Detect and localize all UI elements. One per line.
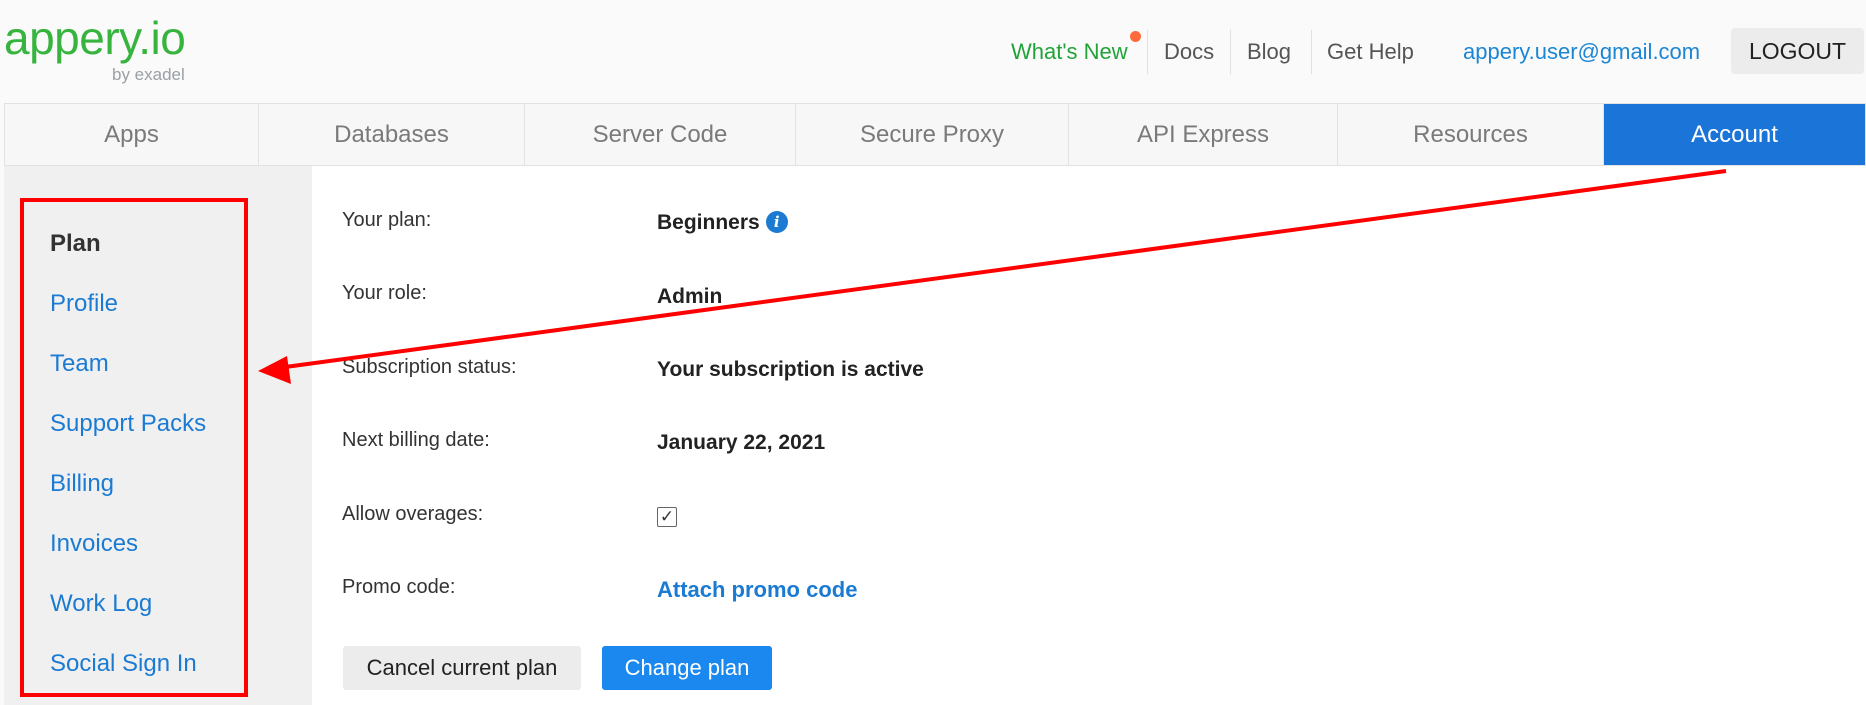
tab-account[interactable]: Account	[1604, 104, 1865, 165]
divider	[1147, 30, 1148, 74]
blog-link[interactable]: Blog	[1247, 26, 1291, 78]
docs-link[interactable]: Docs	[1164, 26, 1214, 78]
tab-resources[interactable]: Resources	[1338, 104, 1604, 165]
subscription-status-label: Subscription status:	[342, 356, 517, 378]
tab-databases[interactable]: Databases	[259, 104, 525, 165]
allow-overages-label: Allow overages:	[342, 503, 484, 525]
info-icon[interactable]: i	[765, 211, 788, 233]
role-label: Your role:	[342, 282, 427, 304]
role-value: Admin	[657, 285, 723, 308]
notification-dot	[1130, 31, 1141, 42]
user-email-link[interactable]: appery.user@gmail.com	[1463, 26, 1700, 78]
divider	[1311, 30, 1312, 74]
tab-apps[interactable]: Apps	[5, 104, 259, 165]
plan-label: Your plan:	[342, 209, 432, 231]
logo-subtitle: by exadel	[112, 65, 185, 84]
appery-logo[interactable]: appery.io by exadel	[4, 8, 194, 84]
sidebar-item-support-packs[interactable]: Support Packs	[50, 410, 206, 438]
sidebar-item-plan[interactable]: Plan	[50, 230, 101, 258]
plan-panel: Your plan: Beginners i Your role: Admin S…	[312, 166, 1866, 705]
next-billing-value: January 22, 2021	[657, 431, 826, 454]
plan-value-text: Beginners	[657, 211, 760, 234]
main-tabs: Apps Databases Server Code Secure Proxy …	[4, 103, 1866, 166]
tab-secure-proxy[interactable]: Secure Proxy	[796, 104, 1069, 165]
plan-value: Beginners i	[657, 211, 788, 235]
next-billing-label: Next billing date:	[342, 429, 490, 451]
get-help-link[interactable]: Get Help	[1327, 26, 1414, 78]
tab-server-code[interactable]: Server Code	[525, 104, 796, 165]
allow-overages-checkbox[interactable]: ✓	[657, 507, 677, 527]
attach-promo-code-link[interactable]: Attach promo code	[657, 577, 857, 603]
change-plan-button[interactable]: Change plan	[602, 646, 772, 690]
sidebar-item-profile[interactable]: Profile	[50, 290, 118, 318]
logout-button[interactable]: LOGOUT	[1731, 28, 1864, 74]
divider	[1230, 30, 1231, 74]
sidebar-item-team[interactable]: Team	[50, 350, 109, 378]
tab-api-express[interactable]: API Express	[1069, 104, 1338, 165]
sidebar-item-social-sign-in[interactable]: Social Sign In	[50, 650, 197, 678]
sidebar-item-billing[interactable]: Billing	[50, 470, 114, 498]
promo-code-label: Promo code:	[342, 576, 456, 598]
cancel-plan-button[interactable]: Cancel current plan	[343, 646, 581, 690]
whats-new-link[interactable]: What's New	[1011, 26, 1128, 78]
subscription-status-value: Your subscription is active	[657, 358, 924, 381]
sidebar-item-work-log[interactable]: Work Log	[50, 590, 152, 618]
logo-text: appery.io	[4, 12, 186, 64]
sidebar-item-invoices[interactable]: Invoices	[50, 530, 138, 558]
checkmark-icon: ✓	[659, 507, 675, 526]
account-sidebar: Plan Profile Team Support Packs Billing …	[4, 166, 312, 705]
